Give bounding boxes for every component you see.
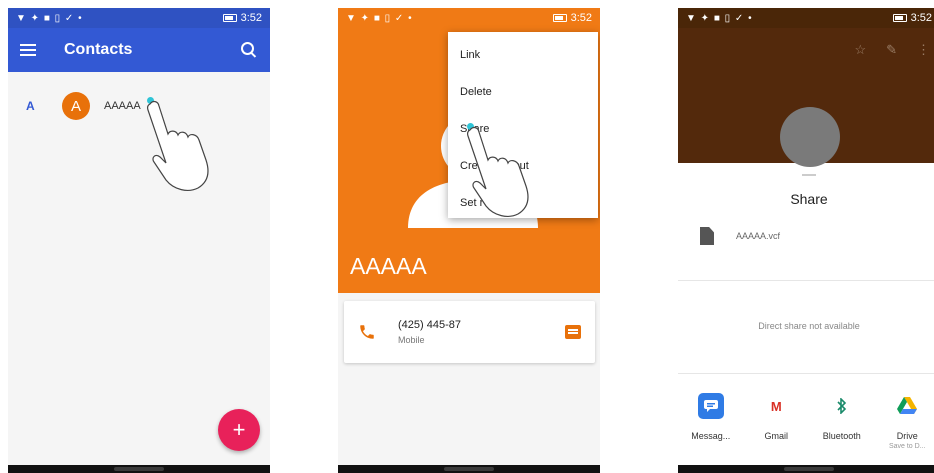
avatar	[780, 107, 840, 167]
hamburger-menu-icon[interactable]	[20, 44, 36, 56]
add-contact-button[interactable]: +	[218, 409, 260, 451]
app-label: Gmail	[764, 431, 788, 441]
nav-bar	[8, 465, 270, 473]
menu-item-link[interactable]: Link	[448, 36, 598, 73]
edit-icon[interactable]: ✎	[886, 42, 897, 58]
share-title: Share	[790, 191, 828, 207]
battery-icon	[892, 14, 907, 22]
search-icon[interactable]	[240, 41, 258, 59]
divider	[678, 280, 934, 281]
file-icon	[700, 227, 714, 245]
file-name: AAAAA.vcf	[736, 231, 781, 241]
contacts-screen: ▼ ✦ ■ ▯ ✓ • 3:52 Contacts A A AAAAA +	[8, 8, 270, 473]
phone-icon	[360, 325, 374, 339]
gmail-icon: M	[770, 398, 782, 414]
star-icon[interactable]: ☆	[854, 42, 866, 58]
contact-list-item[interactable]: A A AAAAA	[8, 84, 270, 128]
status-bar: ▼ ✦ ■ ▯ ✓ • 3:52	[338, 8, 600, 28]
status-icons: ▼ ✦ ■ ▯ ✓ •	[346, 12, 413, 24]
status-icons: ▼ ✦ ■ ▯ ✓ •	[686, 12, 753, 24]
drive-icon	[894, 393, 920, 419]
battery-icon	[552, 14, 567, 22]
more-vert-icon[interactable]: ⋮	[917, 42, 930, 58]
section-letter: A	[26, 99, 35, 113]
share-targets: Messag... M Gmail Bluetooth Drive Save t…	[678, 393, 934, 450]
share-target-bluetooth[interactable]: Bluetooth	[811, 393, 873, 450]
shared-file: AAAAA.vcf	[700, 227, 780, 245]
phone-number: (425) 445-87	[398, 319, 461, 331]
menu-item-delete[interactable]: Delete	[448, 73, 598, 110]
app-bar: Contacts	[8, 28, 270, 72]
share-sheet-screen: ☆ ✎ ⋮ ▼ ✦ ■ ▯ ✓ • 3:52 Share AAAAA.vcf D…	[678, 8, 934, 473]
share-target-gmail[interactable]: M Gmail	[745, 393, 807, 450]
contact-header: ☆ ✎ ⋮	[678, 8, 934, 167]
contact-name-heading: AAAAA	[350, 253, 427, 279]
avatar: A	[62, 92, 90, 120]
page-title: Contacts	[64, 41, 133, 58]
contact-name: AAAAA	[104, 100, 141, 112]
tutorial-screenshot: ▼ ✦ ■ ▯ ✓ • 3:52 Contacts A A AAAAA + AA…	[0, 0, 934, 473]
messages-icon	[697, 393, 724, 419]
status-time: 3:52	[240, 12, 262, 24]
message-icon[interactable]	[565, 325, 581, 339]
pointing-hand-icon	[147, 100, 209, 191]
nav-bar	[678, 465, 934, 473]
status-bar: ▼ ✦ ■ ▯ ✓ • 3:52	[678, 8, 934, 28]
share-target-drive[interactable]: Drive Save to D...	[876, 393, 934, 450]
pointing-hand-icon	[467, 126, 529, 217]
app-label: Bluetooth	[822, 431, 861, 441]
phone-type: Mobile	[398, 335, 425, 345]
phone-number-card[interactable]: (425) 445-87 Mobile	[344, 301, 595, 363]
direct-share-message: Direct share not available	[758, 321, 860, 331]
sheet-drag-handle[interactable]	[802, 174, 816, 176]
status-bar: ▼ ✦ ■ ▯ ✓ • 3:52	[8, 8, 270, 28]
battery-icon	[222, 14, 237, 22]
status-icons: ▼ ✦ ■ ▯ ✓ •	[16, 12, 83, 24]
bluetooth-icon	[829, 393, 855, 419]
app-sublabel: Save to D...	[888, 443, 926, 450]
divider	[678, 373, 934, 374]
share-target-messages[interactable]: Messag...	[680, 393, 742, 450]
status-time: 3:52	[570, 12, 592, 24]
status-time: 3:52	[910, 12, 932, 24]
app-label: Messag...	[691, 431, 731, 441]
nav-bar	[338, 465, 600, 473]
contact-detail-screen: AAAAA ▼ ✦ ■ ▯ ✓ • 3:52 Link Delete Share…	[338, 8, 600, 473]
app-label: Drive	[896, 431, 918, 441]
